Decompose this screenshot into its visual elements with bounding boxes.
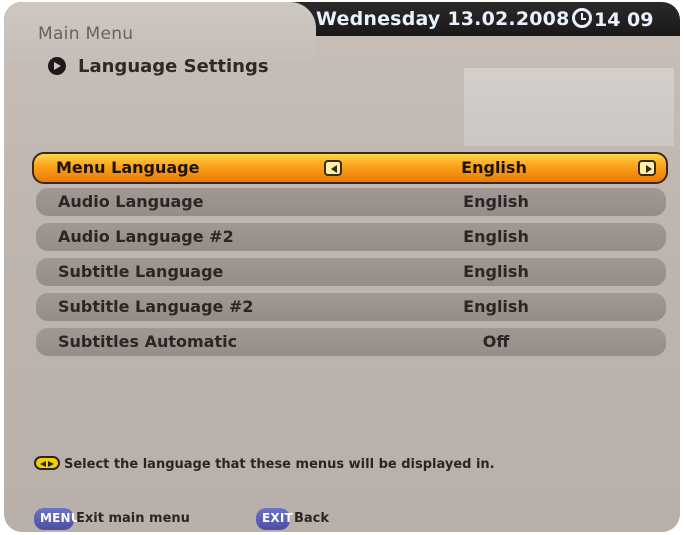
setting-label: Audio Language <box>58 192 204 211</box>
date-display: Wednesday 13.02.2008 <box>316 8 570 30</box>
setting-value: Off <box>482 332 510 351</box>
setting-row-audio-language-2[interactable]: Audio Language #2 English <box>36 223 666 251</box>
exit-key-label: Back <box>294 511 330 526</box>
left-right-arrows-icon <box>34 456 60 470</box>
section-title-text: Language Settings <box>78 56 269 77</box>
exit-key-button[interactable]: EXIT <box>256 508 293 530</box>
time-text: 14 09 <box>594 9 654 31</box>
right-arrow-icon[interactable] <box>638 160 656 176</box>
menu-key-label: Exit main menu <box>76 511 190 526</box>
preview-area <box>464 68 674 146</box>
section-title: Language Settings <box>48 56 269 77</box>
main-menu-title: Main Menu <box>38 24 134 44</box>
tv-menu-screen: Main Menu Wednesday 13.02.2008 14 09 Lan… <box>4 2 680 532</box>
setting-row-audio-language[interactable]: Audio Language English <box>36 188 666 216</box>
setting-label: Audio Language #2 <box>58 227 234 246</box>
setting-value: English <box>461 158 527 177</box>
setting-value: English <box>463 192 529 211</box>
clock-display: 14 09 <box>572 8 654 31</box>
setting-value: English <box>463 227 529 246</box>
setting-row-subtitle-language-2[interactable]: Subtitle Language #2 English <box>36 293 666 321</box>
setting-value: English <box>463 297 529 316</box>
clock-icon <box>572 8 592 28</box>
setting-label: Subtitle Language <box>58 262 224 281</box>
setting-label: Subtitles Automatic <box>58 332 238 351</box>
arrow-circle-icon <box>48 57 66 75</box>
help-text: Select the language that these menus wil… <box>34 456 495 472</box>
help-message: Select the language that these menus wil… <box>64 457 495 472</box>
setting-row-subtitle-language[interactable]: Subtitle Language English <box>36 258 666 286</box>
setting-label: Menu Language <box>56 158 200 177</box>
setting-row-menu-language[interactable]: Menu Language English <box>32 152 668 184</box>
menu-key-button[interactable]: MENU <box>34 508 81 530</box>
setting-label: Subtitle Language #2 <box>58 297 254 316</box>
setting-value: English <box>463 262 529 281</box>
left-arrow-icon[interactable] <box>324 160 342 176</box>
setting-row-subtitles-automatic[interactable]: Subtitles Automatic Off <box>36 328 666 356</box>
